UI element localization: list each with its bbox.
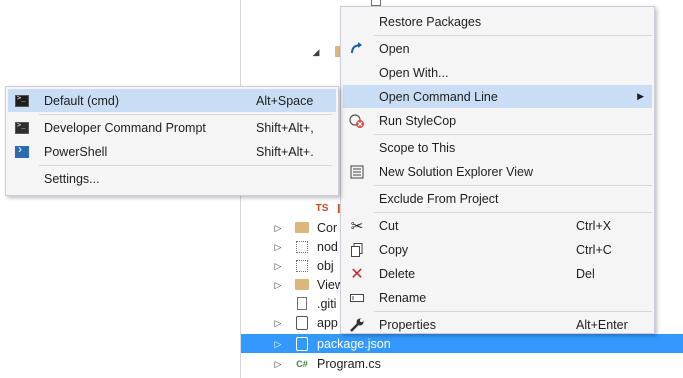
tree-row-label: nod (317, 239, 338, 254)
tree-row-label: Cor (317, 220, 338, 235)
menu-item-scope-to-this[interactable]: Scope to This (343, 136, 652, 159)
submenu-item-powershell[interactable]: PowerShell Shift+Alt+. (8, 140, 336, 163)
json-file-icon (295, 315, 309, 330)
menu-item-open[interactable]: Open (343, 37, 652, 60)
menu-separator (374, 134, 652, 135)
menu-item-shortcut: Shift+Alt+. (256, 144, 314, 159)
expand-arrow-icon[interactable]: ▷ (273, 280, 283, 290)
file-icon (295, 297, 309, 311)
json-file-icon (295, 336, 309, 351)
menu-item-label: Developer Command Prompt (44, 120, 206, 135)
delete-x-icon: ✕ (350, 265, 364, 283)
menu-separator (39, 114, 332, 115)
menu-item-shortcut: Alt+Enter (576, 317, 628, 332)
open-command-line-submenu: Default (cmd) Alt+Space Developer Comman… (5, 86, 339, 196)
menu-item-exclude-from-project[interactable]: Exclude From Project (343, 187, 652, 210)
scissors-icon: ✂ (350, 217, 364, 235)
folder-icon (295, 221, 309, 235)
menu-item-label: Restore Packages (379, 14, 482, 29)
menu-item-shortcut: Ctrl+X (576, 218, 612, 233)
menu-item-shortcut: Alt+Space (256, 93, 314, 108)
expand-arrow-icon[interactable]: ▷ (273, 339, 283, 349)
folder-icon (295, 278, 309, 292)
menu-item-cut[interactable]: ✂ Cut Ctrl+X (343, 214, 652, 237)
tree-row-label: package.json (317, 336, 391, 351)
cmd-icon (14, 93, 30, 109)
menu-item-label: Open Command Line (379, 89, 498, 104)
context-menu: Restore Packages Open Open With... Open … (340, 6, 655, 334)
menu-item-properties[interactable]: Properties Alt+Enter (343, 313, 652, 336)
powershell-icon (14, 142, 30, 160)
menu-item-shortcut: Shift+Alt+, (256, 120, 314, 135)
menu-separator (374, 311, 652, 312)
menu-item-label: Default (cmd) (44, 93, 120, 108)
expand-arrow-icon[interactable]: ▷ (273, 261, 283, 271)
expand-arrow-icon[interactable]: ▷ (273, 223, 283, 233)
menu-item-restore-packages[interactable]: Restore Packages (343, 10, 652, 33)
expand-arrow-icon[interactable]: ▷ (273, 242, 283, 252)
menu-item-label: Open With... (379, 65, 449, 80)
tree-row-selected[interactable]: ▷ package.json (241, 334, 683, 353)
menu-item-new-solution-explorer-view[interactable]: New Solution Explorer View (343, 160, 652, 183)
menu-item-shortcut: Del (576, 266, 595, 281)
menu-item-label: Delete (379, 266, 416, 281)
menu-item-label: Properties (379, 317, 436, 332)
menu-separator (374, 212, 652, 213)
expand-arrow-icon[interactable]: ▷ (273, 359, 283, 369)
tree-row-label: app (317, 315, 338, 330)
tree-row[interactable]: ▷ C# Program.cs (241, 354, 683, 373)
menu-item-label: Run StyleCop (379, 113, 457, 128)
menu-item-open-with[interactable]: Open With... (343, 61, 652, 84)
copy-icon (349, 242, 365, 258)
rename-icon (349, 290, 365, 306)
menu-separator (39, 165, 332, 166)
open-arrow-icon (349, 41, 365, 57)
menu-item-delete[interactable]: ✕ Delete Del (343, 262, 652, 285)
submenu-item-developer-command-prompt[interactable]: Developer Command Prompt Shift+Alt+, (8, 116, 336, 139)
tree-row-label: .giti (317, 296, 337, 311)
tree-row-label: Program.cs (317, 356, 381, 371)
menu-separator (374, 35, 652, 36)
new-view-icon (349, 164, 365, 180)
wrench-icon (349, 317, 365, 333)
menu-item-shortcut: Ctrl+C (576, 242, 612, 257)
submenu-arrow-icon: ▶ (637, 91, 644, 101)
submenu-item-settings[interactable]: Settings... (8, 167, 336, 190)
menu-item-rename[interactable]: Rename (343, 286, 652, 309)
dev-cmd-icon (14, 120, 30, 136)
menu-item-label: Settings... (44, 171, 100, 186)
menu-item-label: Open (379, 41, 410, 56)
expand-arrow-icon[interactable]: ▷ (273, 318, 283, 328)
tree-row-label: obj (317, 258, 334, 273)
menu-item-label: Copy (379, 242, 409, 257)
menu-item-label: New Solution Explorer View (379, 164, 534, 179)
menu-item-label: Rename (379, 290, 427, 305)
menu-item-label: Cut (379, 218, 399, 233)
collapse-arrow-icon[interactable]: ◢ (311, 47, 321, 57)
csharp-file-icon: C# (296, 358, 308, 369)
menu-item-copy[interactable]: Copy Ctrl+C (343, 238, 652, 261)
menu-item-open-command-line[interactable]: Open Command Line ▶ (343, 85, 652, 108)
menu-separator (374, 185, 652, 186)
ts-file-icon: TS (315, 203, 329, 214)
dotted-folder-icon (295, 259, 309, 273)
menu-item-label: Exclude From Project (379, 191, 499, 206)
menu-item-label: PowerShell (44, 144, 108, 159)
menu-item-run-stylecop[interactable]: Run StyleCop (343, 109, 652, 132)
stylecop-icon (349, 113, 365, 129)
menu-item-label: Scope to This (379, 140, 456, 155)
submenu-item-default-cmd[interactable]: Default (cmd) Alt+Space (8, 89, 336, 112)
dotted-folder-icon (295, 240, 309, 254)
